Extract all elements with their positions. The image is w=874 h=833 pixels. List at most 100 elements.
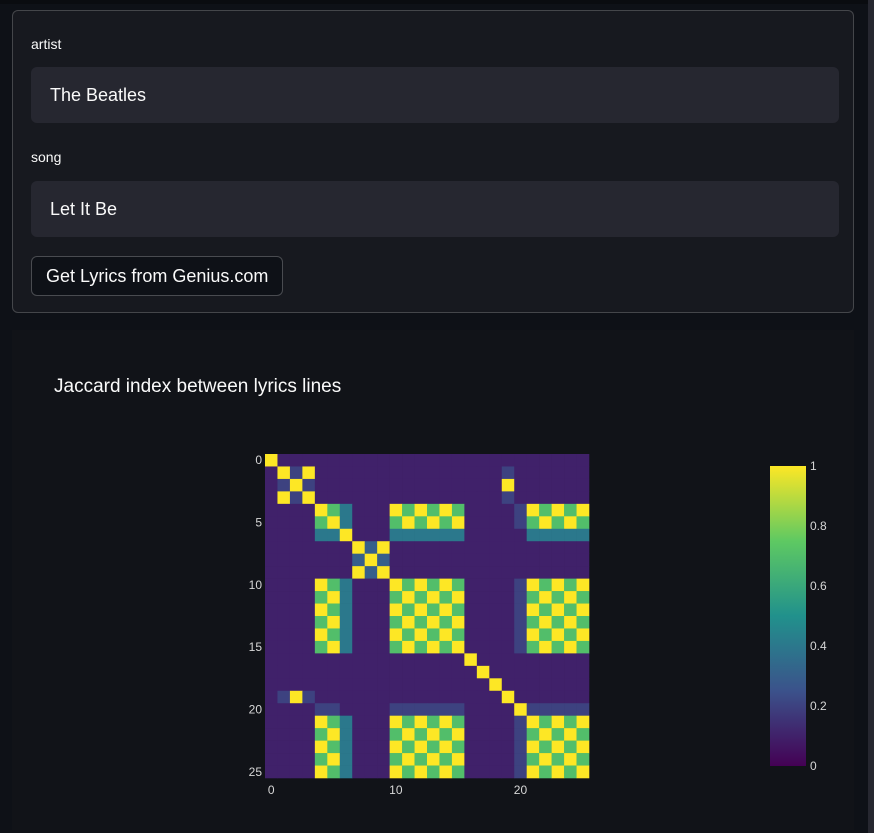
heatmap-cell [451, 466, 465, 480]
heatmap-cell [352, 553, 365, 567]
heatmap-cell [427, 503, 440, 517]
heatmap-cell [427, 578, 440, 592]
heatmap-cell [576, 640, 590, 654]
heatmap-cell [414, 528, 428, 542]
heatmap-cell [377, 478, 390, 492]
heatmap-cell [427, 478, 440, 492]
heatmap-cell [576, 591, 590, 604]
heatmap-cell [289, 603, 303, 617]
heatmap-cell [501, 628, 515, 642]
heatmap-cell [277, 578, 291, 592]
heatmap-cell [377, 503, 390, 517]
heatmap-cell [389, 628, 403, 642]
heatmap-cell [551, 703, 565, 716]
heatmap-cell [277, 478, 291, 492]
heatmap-cell [451, 628, 465, 642]
heatmap-cell [277, 503, 291, 517]
heatmap-cell [514, 653, 527, 667]
colorbar-ticks: 0 0.2 0.4 0.6 0.8 1 [810, 459, 827, 773]
heatmap-cell [402, 578, 415, 592]
heatmap-cell [514, 678, 527, 692]
heatmap-cell [402, 753, 415, 766]
heatmap-cell [551, 715, 565, 729]
heatmap-cell [427, 553, 440, 567]
heatmap-cell [427, 765, 440, 779]
x-tick-label: 10 [389, 783, 403, 797]
heatmap-cell [277, 454, 291, 467]
heatmap-cell [327, 528, 341, 542]
heatmap-cell [476, 728, 490, 741]
heatmap-cell [302, 541, 316, 554]
heatmap-cell [414, 715, 428, 729]
heatmap-cell [551, 466, 565, 480]
heatmap-cell [514, 703, 527, 716]
heatmap-cell [277, 715, 291, 729]
heatmap-cell [352, 528, 365, 542]
heatmap-cell [489, 553, 503, 567]
heatmap-cell [514, 715, 527, 729]
heatmap-cell [427, 591, 440, 604]
heatmap-cell [564, 541, 577, 554]
heatmap-cell [265, 616, 278, 629]
heatmap-cell [476, 503, 490, 517]
heatmap-cell [402, 740, 415, 754]
heatmap-cell [314, 628, 328, 642]
heatmap-cell [389, 503, 403, 517]
heatmap-cell [414, 728, 428, 741]
heatmap-cell [476, 628, 490, 642]
heatmap-cell [427, 466, 440, 480]
heatmap-cell [576, 578, 590, 592]
heatmap-cell [377, 616, 390, 629]
heatmap-cell [439, 454, 453, 467]
heatmap-cell [402, 628, 415, 642]
heatmap-cell [539, 690, 552, 704]
heatmap-cell [377, 553, 390, 567]
heatmap-cell [464, 503, 478, 517]
heatmap-cell [352, 454, 365, 467]
heatmap-cell [327, 690, 341, 704]
heatmap-cell [277, 616, 291, 629]
heatmap-cell [302, 578, 316, 592]
heatmap-cell [464, 491, 478, 505]
heatmap-cell [327, 541, 341, 554]
heatmap-cell [489, 715, 503, 729]
heatmap-cell [576, 678, 590, 692]
heatmap-cell [327, 665, 341, 679]
heatmap-cell [551, 640, 565, 654]
heatmap-cell [289, 753, 303, 766]
heatmap-cell [476, 740, 490, 754]
heatmap-cell [526, 728, 540, 741]
heatmap-cell [464, 740, 478, 754]
heatmap-cell [514, 690, 527, 704]
heatmap-cell [427, 715, 440, 729]
heatmap-cell [414, 653, 428, 667]
heatmap-cell [439, 528, 453, 542]
heatmap-cell [539, 478, 552, 492]
heatmap-cell [489, 591, 503, 604]
heatmap-cell [414, 478, 428, 492]
heatmap-cell [314, 603, 328, 617]
heatmap-cell [389, 678, 403, 692]
heatmap-cell [352, 740, 365, 754]
heatmap-cell [501, 478, 515, 492]
heatmap-cell [501, 653, 515, 667]
heatmap-cell [277, 491, 291, 505]
heatmap-cell [402, 653, 415, 667]
heatmap-cell [389, 690, 403, 704]
heatmap-cell [364, 491, 378, 505]
heatmap-cell [539, 678, 552, 692]
heatmap-cell [414, 578, 428, 592]
heatmap-cell [277, 640, 291, 654]
heatmap-cell [514, 603, 527, 617]
heatmap-cell [526, 466, 540, 480]
heatmap-cell [302, 753, 316, 766]
heatmap-cell [389, 703, 403, 716]
heatmap-cell [352, 591, 365, 604]
heatmap-cell [501, 503, 515, 517]
heatmap-cell [539, 491, 552, 505]
heatmap-cell [352, 640, 365, 654]
heatmap-cell [414, 640, 428, 654]
heatmap-cell [427, 491, 440, 505]
heatmap-cell [302, 740, 316, 754]
heatmap-cell [277, 553, 291, 567]
